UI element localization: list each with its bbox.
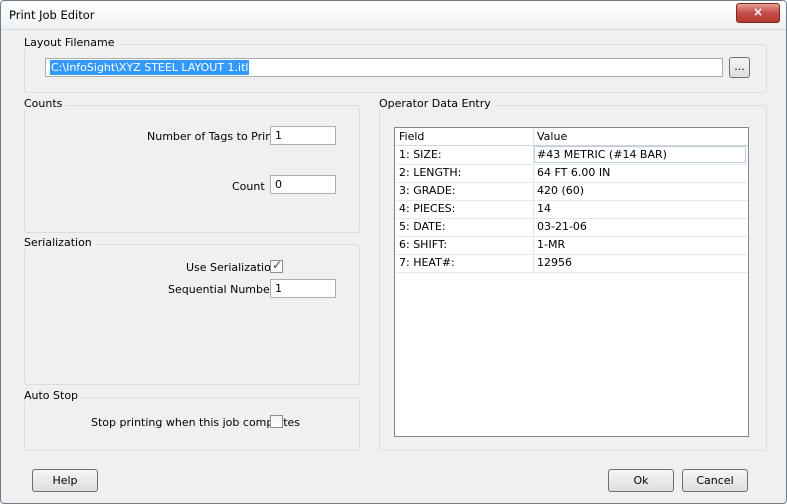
row-field: 6: SHIFT: <box>399 238 448 251</box>
title-bar: Print Job Editor × <box>1 1 786 30</box>
count-value: 0 <box>275 178 282 191</box>
grid-header-divider <box>533 128 534 145</box>
cancel-button[interactable]: Cancel <box>682 469 748 492</box>
auto-stop-group-title: Auto Stop <box>24 389 83 402</box>
sequential-number-label: Sequential Number : <box>168 283 282 296</box>
row-divider <box>533 182 534 200</box>
table-row[interactable]: 4: PIECES: 14 <box>395 200 748 219</box>
table-row[interactable]: 5: DATE: 03-21-06 <box>395 218 748 237</box>
layout-filename-group-title: Layout Filename <box>24 36 119 49</box>
row-field: 5: DATE: <box>399 220 446 233</box>
sequential-number-input[interactable]: 1 <box>270 279 336 298</box>
grid-header-field[interactable]: Field <box>399 130 424 143</box>
counts-group: Counts <box>24 97 360 233</box>
stop-printing-checkbox[interactable] <box>270 415 283 428</box>
tags-to-print-input[interactable]: 1 <box>270 126 336 145</box>
layout-filename-input[interactable]: C:\InfoSight\XYZ STEEL LAYOUT 1.itl <box>45 58 723 77</box>
grid-header: Field Value <box>395 128 748 146</box>
cancel-button-label: Cancel <box>696 474 734 487</box>
row-divider <box>533 200 534 218</box>
table-row[interactable]: 6: SHIFT: 1-MR <box>395 236 748 255</box>
print-job-editor-window: Print Job Editor × Layout Filename C:\In… <box>0 0 787 504</box>
table-row[interactable]: 2: LENGTH: 64 FT 6.00 IN <box>395 164 748 183</box>
row-divider <box>533 218 534 236</box>
browse-button[interactable]: ... <box>729 57 750 78</box>
close-button[interactable]: × <box>736 3 780 23</box>
row-value[interactable]: 1-MR <box>537 238 565 251</box>
table-row[interactable]: 7: HEAT#: 12956 <box>395 254 748 273</box>
table-row[interactable]: 3: GRADE: 420 (60) <box>395 182 748 201</box>
browse-button-label: ... <box>734 60 745 73</box>
use-serialization-checkbox[interactable]: ✓ <box>270 258 283 273</box>
window-title: Print Job Editor <box>9 8 95 22</box>
count-input[interactable]: 0 <box>270 175 336 194</box>
row-divider <box>533 254 534 272</box>
table-row[interactable]: 1: SIZE: #43 METRIC (#14 BAR) <box>395 146 748 165</box>
row-divider <box>533 164 534 182</box>
stop-printing-label: Stop printing when this job completes <box>91 416 301 429</box>
check-icon: ✓ <box>272 258 283 272</box>
row-value[interactable]: 14 <box>537 202 551 215</box>
close-icon: × <box>752 5 764 19</box>
counts-group-title: Counts <box>24 97 67 110</box>
row-value[interactable]: 03-21-06 <box>537 220 587 233</box>
row-field: 3: GRADE: <box>399 184 456 197</box>
row-value[interactable]: 64 FT 6.00 IN <box>537 166 610 179</box>
grid-header-value[interactable]: Value <box>537 130 567 143</box>
help-button-label: Help <box>52 474 78 487</box>
row-field: 1: SIZE: <box>399 148 442 161</box>
count-label: Count <box>232 180 265 193</box>
row-value[interactable]: 420 (60) <box>537 184 584 197</box>
row-field: 4: PIECES: <box>399 202 456 215</box>
tags-to-print-label: Number of Tags to Print : <box>147 130 284 143</box>
row-value[interactable]: 12956 <box>537 256 572 269</box>
row-field: 2: LENGTH: <box>399 166 462 179</box>
use-serialization-label: Use Serialization <box>186 261 278 274</box>
help-button[interactable]: Help <box>32 469 98 492</box>
layout-filename-value: C:\InfoSight\XYZ STEEL LAYOUT 1.itl <box>50 60 250 75</box>
row-divider <box>533 236 534 254</box>
dialog-client: Layout Filename C:\InfoSight\XYZ STEEL L… <box>7 30 780 497</box>
operator-data-grid[interactable]: Field Value 1: SIZE: #43 METRIC (#14 BAR… <box>394 127 749 437</box>
row-value[interactable]: #43 METRIC (#14 BAR) <box>537 148 667 161</box>
operator-data-group-title: Operator Data Entry <box>379 97 495 110</box>
sequential-number-value: 1 <box>275 282 282 295</box>
ok-button[interactable]: Ok <box>608 469 674 492</box>
tags-to-print-value: 1 <box>275 129 282 142</box>
serialization-group-title: Serialization <box>24 236 96 249</box>
ok-button-label: Ok <box>633 474 649 487</box>
row-field: 7: HEAT#: <box>399 256 455 269</box>
